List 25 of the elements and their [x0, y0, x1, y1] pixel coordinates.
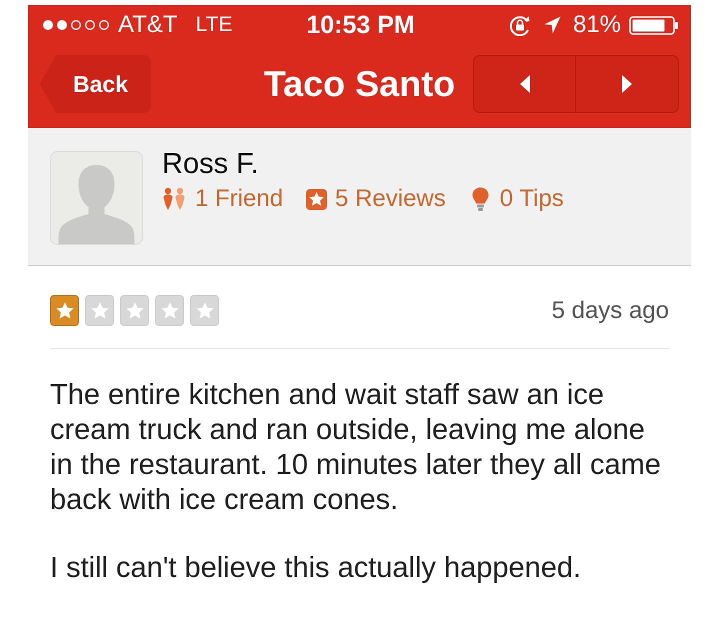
profile-stat-link[interactable]: 1 Friend: [195, 184, 284, 214]
battery-icon: [629, 16, 680, 34]
review-text: I still can't believe this actually happened.: [50, 551, 582, 586]
page-title: Taco Santo: [262, 62, 456, 106]
avatar-silhouette-icon: [50, 151, 143, 245]
battery-percentage: 81%: [572, 11, 622, 39]
profile-stat-link[interactable]: 0 Tips: [500, 184, 564, 214]
lightbulb-icon: [472, 186, 489, 212]
network-type: LTE: [196, 12, 233, 38]
star-square-icon: [306, 188, 328, 210]
people-icon: [162, 187, 187, 211]
carrier-name: AT&T: [118, 11, 178, 39]
location-arrow-icon: [544, 16, 561, 34]
review-text: The entire kitchen and wait staff saw an ice cream truck and ran outside, leaving me alone in the restaurant. 10 minutes later they all came back with ice cream cones.: [50, 378, 662, 518]
back-button[interactable]: Back: [40, 55, 151, 113]
next-button[interactable]: [576, 55, 679, 113]
previous-button[interactable]: [473, 55, 576, 113]
review-date: 5 days ago: [552, 296, 669, 326]
clock-time: 10:53 PM: [306, 11, 415, 39]
reviewer-name: Ross F.: [162, 147, 259, 181]
profile-stat-link[interactable]: 5 Reviews: [335, 184, 446, 214]
caret-left-icon: [518, 74, 530, 94]
caret-right-icon: [621, 74, 633, 94]
rotation-lock-icon: [508, 14, 532, 36]
signal-strength-icon: [42, 19, 110, 31]
